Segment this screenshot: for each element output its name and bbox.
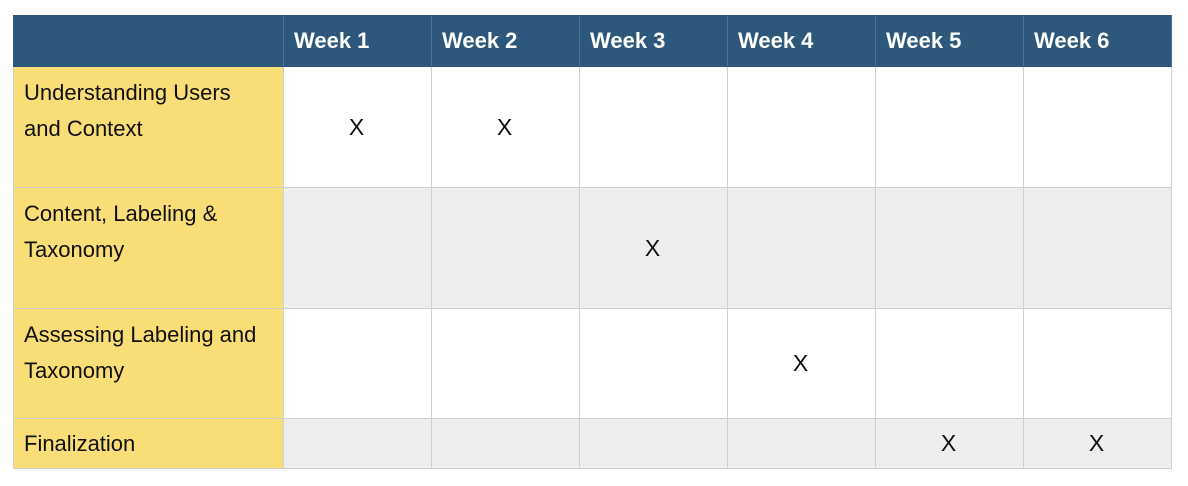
header-week-1: Week 1 xyxy=(283,15,432,67)
schedule-cell xyxy=(875,187,1024,309)
header-week-4: Week 4 xyxy=(727,15,876,67)
row-label: Content, Labeling & Taxonomy xyxy=(13,187,284,309)
schedule-cell xyxy=(579,308,728,419)
table-row: Understanding Users and Context X X xyxy=(13,66,1172,188)
schedule-cell xyxy=(431,418,580,469)
schedule-cell: X xyxy=(579,187,728,309)
header-week-5: Week 5 xyxy=(875,15,1024,67)
schedule-cell xyxy=(1023,187,1172,309)
schedule-cell: X xyxy=(283,66,432,188)
schedule-table: Week 1 Week 2 Week 3 Week 4 Week 5 Week … xyxy=(13,15,1172,469)
header-week-6: Week 6 xyxy=(1023,15,1172,67)
schedule-cell xyxy=(727,66,876,188)
schedule-cell xyxy=(283,187,432,309)
schedule-cell xyxy=(283,308,432,419)
schedule-cell xyxy=(579,418,728,469)
schedule-cell: X xyxy=(431,66,580,188)
schedule-cell xyxy=(579,66,728,188)
header-week-3: Week 3 xyxy=(579,15,728,67)
schedule-cell xyxy=(431,187,580,309)
schedule-cell: X xyxy=(1023,418,1172,469)
schedule-cell xyxy=(875,308,1024,419)
row-label: Assessing Labeling and Taxonomy xyxy=(13,308,284,419)
table-row: Assessing Labeling and Taxonomy X xyxy=(13,308,1172,419)
header-row: Week 1 Week 2 Week 3 Week 4 Week 5 Week … xyxy=(13,15,1172,67)
schedule-cell xyxy=(727,418,876,469)
table-row: Content, Labeling & Taxonomy X xyxy=(13,187,1172,309)
schedule-cell: X xyxy=(727,308,876,419)
schedule-cell xyxy=(1023,66,1172,188)
schedule-cell: X xyxy=(875,418,1024,469)
schedule-cell xyxy=(283,418,432,469)
header-corner-cell xyxy=(13,15,284,67)
table-row: Finalization X X xyxy=(13,418,1172,469)
schedule-cell xyxy=(727,187,876,309)
row-label: Finalization xyxy=(13,418,284,469)
header-week-2: Week 2 xyxy=(431,15,580,67)
row-label: Understanding Users and Context xyxy=(13,66,284,188)
schedule-cell xyxy=(431,308,580,419)
schedule-cell xyxy=(875,66,1024,188)
schedule-cell xyxy=(1023,308,1172,419)
